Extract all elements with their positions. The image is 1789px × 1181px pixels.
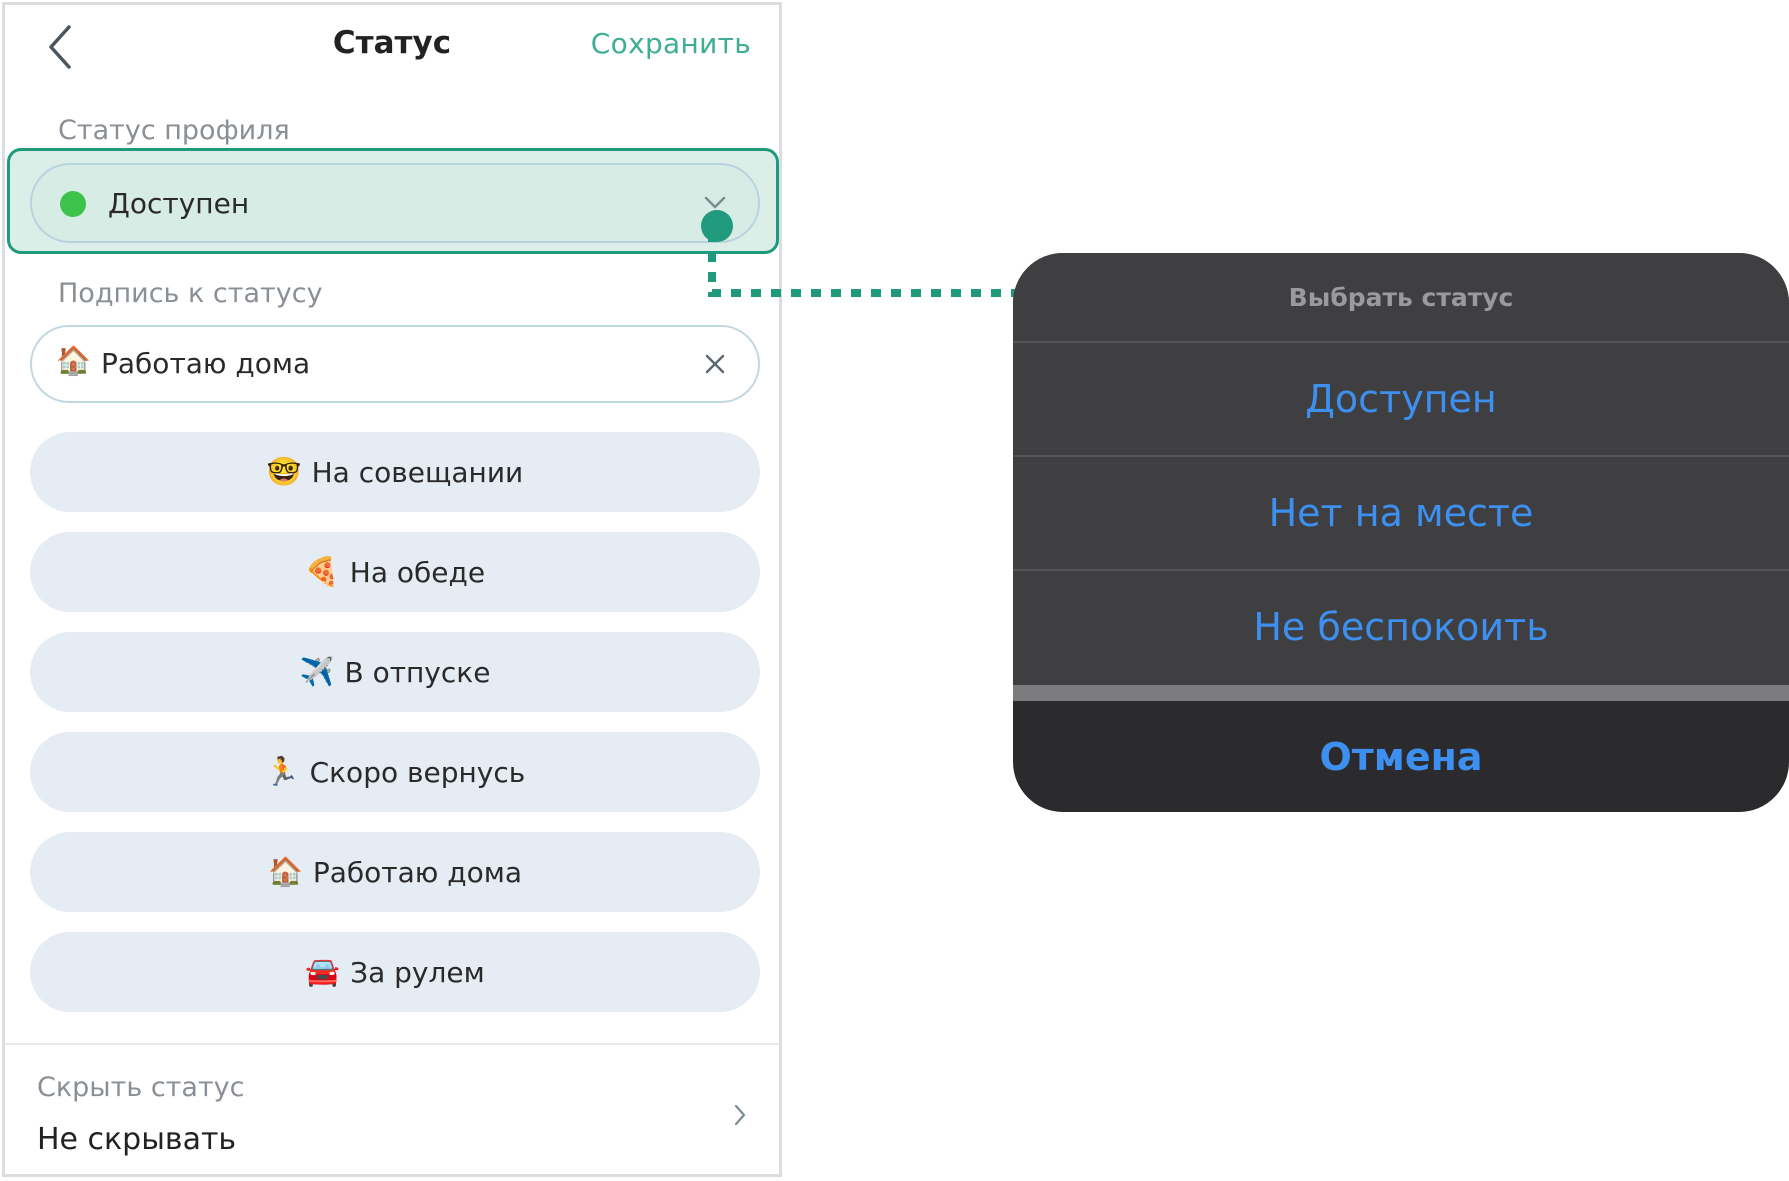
action-sheet-gap	[1013, 685, 1789, 701]
preset-button-lunch[interactable]: 🍕 На обеде	[30, 532, 760, 612]
status-screen: Статус Сохранить Статус профиля Доступен…	[2, 2, 782, 1177]
status-caption-value: Работаю дома	[101, 347, 311, 380]
runner-icon: 🏃	[264, 755, 300, 788]
preset-label: На совещании	[311, 455, 524, 489]
sheet-option-do-not-disturb[interactable]: Не беспокоить	[1013, 571, 1789, 683]
status-action-sheet: Выбрать статус Доступен Нет на месте Не …	[1013, 253, 1789, 812]
sheet-option-available[interactable]: Доступен	[1013, 343, 1789, 455]
preset-button-driving[interactable]: 🚘 За рулем	[30, 932, 760, 1012]
house-icon: 🏠	[56, 344, 91, 377]
preset-label: В отпуске	[344, 655, 491, 689]
status-caption-label: Подпись к статусу	[58, 278, 323, 309]
airplane-icon: ✈️	[299, 655, 335, 688]
profile-status-label: Статус профиля	[58, 115, 290, 146]
chevron-down-icon	[704, 196, 726, 209]
car-icon: 🚘	[305, 955, 341, 988]
preset-button-back-soon[interactable]: 🏃 Скоро вернусь	[30, 732, 760, 812]
callout-anchor-dot	[701, 210, 733, 242]
status-available-dot	[60, 191, 86, 217]
hide-status-label: Скрыть статус	[37, 1072, 245, 1103]
preset-label: За рулем	[350, 955, 485, 989]
hide-status-value: Не скрывать	[37, 1122, 237, 1157]
preset-label: Работаю дома	[312, 855, 523, 889]
chevron-right-icon	[734, 1104, 746, 1126]
profile-status-value: Доступен	[108, 187, 250, 220]
house-icon: 🏠	[267, 855, 303, 888]
preset-label: На обеде	[349, 555, 486, 589]
preset-button-meeting[interactable]: 🤓 На совещании	[30, 432, 760, 512]
pizza-icon: 🍕	[304, 555, 340, 588]
profile-status-select[interactable]: Доступен	[30, 163, 760, 243]
clear-icon[interactable]	[704, 353, 726, 375]
status-caption-input[interactable]: 🏠 Работаю дома	[30, 325, 760, 403]
sheet-cancel-button[interactable]: Отмена	[1013, 701, 1789, 812]
nerd-face-icon: 🤓	[266, 455, 302, 488]
action-sheet-title: Выбрать статус	[1288, 283, 1514, 312]
preset-button-work-from-home[interactable]: 🏠 Работаю дома	[30, 832, 760, 912]
preset-button-vacation[interactable]: ✈️ В отпуске	[30, 632, 760, 712]
preset-label: Скоро вернусь	[309, 755, 526, 789]
sheet-option-away[interactable]: Нет на месте	[1013, 457, 1789, 569]
save-button[interactable]: Сохранить	[591, 27, 751, 60]
